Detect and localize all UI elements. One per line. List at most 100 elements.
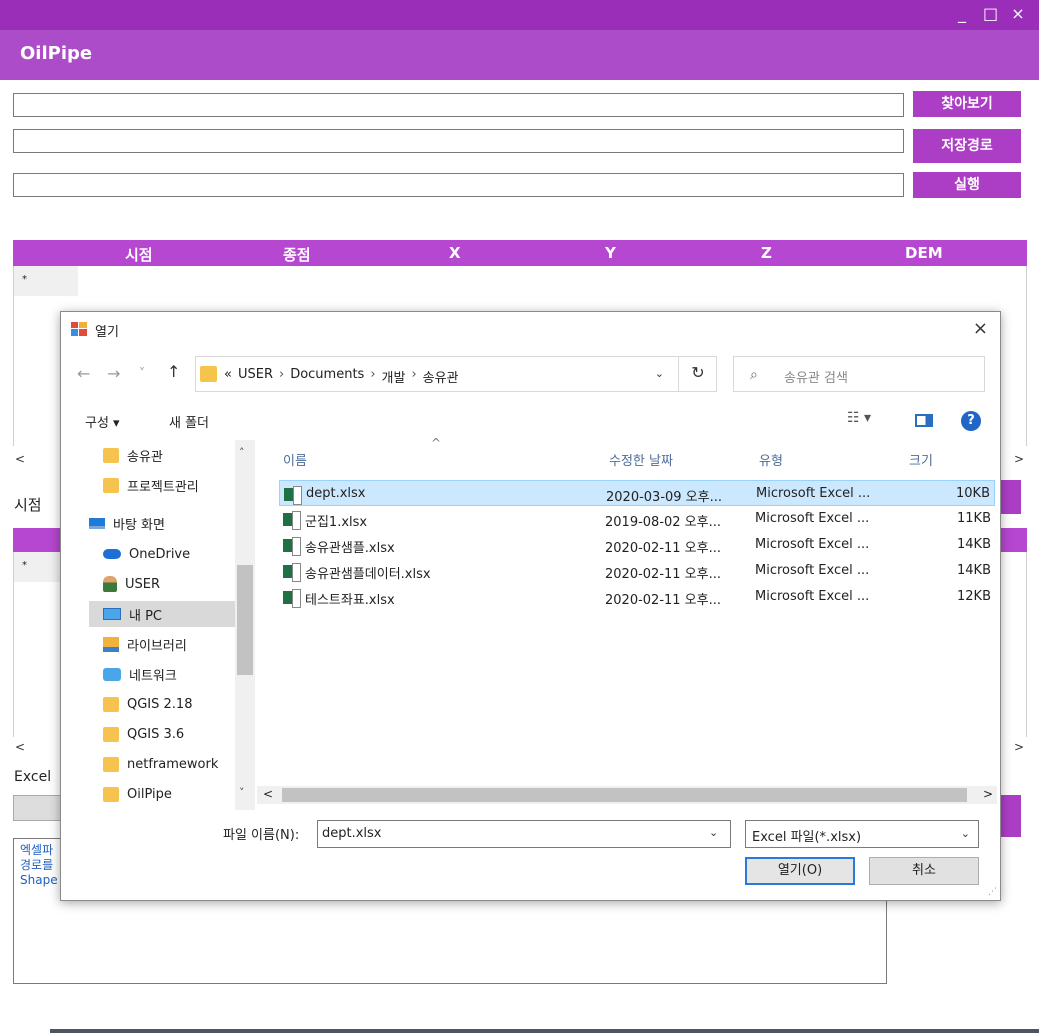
col-y[interactable]: Y <box>605 244 616 262</box>
dialog-close-icon[interactable]: × <box>973 318 988 339</box>
view-options-icon[interactable]: ☷ ▾ <box>847 410 871 426</box>
start-point-label: 시점 <box>14 496 42 514</box>
file-type: Microsoft Excel ... <box>755 563 870 578</box>
nav-item-desktop[interactable]: 바탕 화면 <box>89 510 165 536</box>
col-end[interactable]: 종점 <box>283 244 311 265</box>
organize-menu[interactable]: 구성 ▾ <box>85 412 120 431</box>
grid-scroll-left[interactable]: < <box>15 452 25 466</box>
filename-label: 파일 이름(N): <box>223 828 300 843</box>
right-button-1[interactable] <box>1001 480 1021 514</box>
filetype-select[interactable]: Excel 파일(*.xlsx) ⌄ <box>745 820 979 848</box>
app-title: OilPipe <box>20 43 93 64</box>
nav-item-netframework[interactable]: netframework <box>103 751 218 777</box>
right-button-2[interactable] <box>1001 795 1021 837</box>
refresh-icon[interactable]: ↻ <box>678 356 717 392</box>
file-list-scrollbar[interactable]: < > <box>257 786 997 804</box>
nav-item-qgis36[interactable]: QGIS 3.6 <box>103 721 184 747</box>
open-button[interactable]: 열기(O) <box>745 857 855 885</box>
cancel-button[interactable]: 취소 <box>869 857 979 885</box>
app-header: OilPipe <box>0 30 1039 80</box>
search-input[interactable]: ⌕ 송유관 검색 <box>733 356 985 392</box>
breadcrumb-pipeline[interactable]: 송유관 <box>423 367 459 386</box>
help-icon[interactable]: ? <box>961 411 981 431</box>
nav-item-onedrive[interactable]: OneDrive <box>103 541 190 567</box>
nav-item-oilpipe[interactable]: OilPipe <box>103 781 172 807</box>
folder-icon <box>103 696 119 712</box>
file-type: Microsoft Excel ... <box>755 511 870 526</box>
file-size: 11KB <box>957 511 991 526</box>
col-dem[interactable]: DEM <box>905 244 943 262</box>
maximize-button[interactable]: □ <box>983 4 998 24</box>
minimize-button[interactable]: _ <box>955 4 969 24</box>
grid2-scroll-right[interactable]: > <box>1014 740 1024 754</box>
file-row[interactable]: 테스트좌표.xlsx 2020-02-11 오후... Microsoft Ex… <box>279 584 995 610</box>
scroll-up-icon[interactable]: ˄ <box>239 446 245 459</box>
resize-grip-icon[interactable]: ⋰ <box>988 887 997 897</box>
close-button[interactable]: × <box>1011 4 1025 24</box>
file-row[interactable]: 군집1.xlsx 2019-08-02 오후... Microsoft Exce… <box>279 506 995 532</box>
nav-label: 네트워크 <box>129 668 177 684</box>
scroll-right-icon[interactable]: > <box>983 787 993 801</box>
nav-item-network[interactable]: 네트워크 <box>103 661 177 687</box>
file-row[interactable]: 송유관샘플.xlsx 2020-02-11 오후... Microsoft Ex… <box>279 532 995 558</box>
file-date: 2020-02-11 오후... <box>605 541 721 556</box>
col-start[interactable]: 시점 <box>125 244 153 265</box>
address-dropdown-icon[interactable]: ⌄ <box>655 367 664 380</box>
cloud-icon <box>103 549 121 559</box>
folder-icon <box>103 447 119 463</box>
file-name: dept.xlsx <box>306 486 366 501</box>
preview-pane-icon[interactable] <box>915 414 933 427</box>
new-folder-button[interactable]: 새 폴더 <box>169 412 209 431</box>
desktop-icon <box>89 517 105 529</box>
nav-item-qgis218[interactable]: QGIS 2.18 <box>103 691 192 717</box>
file-name: 송유관샘플.xlsx <box>305 541 395 556</box>
scroll-down-icon[interactable]: ˅ <box>239 786 245 799</box>
filetype-value: Excel 파일(*.xlsx) <box>752 830 862 845</box>
browse-button[interactable]: 찾아보기 <box>913 91 1021 117</box>
col-date[interactable]: 수정한 날짜 <box>609 450 673 469</box>
col-type[interactable]: 유형 <box>759 450 783 469</box>
window-controls: _ □ × <box>955 4 1025 24</box>
nav-item-libraries[interactable]: 라이브러리 <box>103 631 187 657</box>
scroll-left-icon[interactable]: < <box>263 787 273 801</box>
nav-pane-scrollbar[interactable]: ˄ ˅ <box>235 440 255 810</box>
run-input[interactable] <box>13 173 904 197</box>
run-button[interactable]: 실행 <box>913 172 1021 198</box>
file-size: 14KB <box>957 563 991 578</box>
file-row[interactable]: dept.xlsx 2020-03-09 오후... Microsoft Exc… <box>279 480 995 506</box>
nav-label: QGIS 2.18 <box>127 696 193 712</box>
address-bar[interactable]: « USER › Documents › 개발 › 송유관 ⌄ <box>195 356 717 392</box>
file-row[interactable]: 송유관샘플데이터.xlsx 2020-02-11 오후... Microsoft… <box>279 558 995 584</box>
col-z[interactable]: Z <box>761 244 772 262</box>
nav-label: 송유관 <box>127 449 163 465</box>
breadcrumb-overflow[interactable]: « <box>224 367 232 386</box>
file-date: 2020-03-09 오후... <box>606 490 722 505</box>
nav-item-pipeline[interactable]: 송유관 <box>103 442 163 468</box>
back-arrow-icon[interactable]: ← <box>77 364 90 383</box>
scroll-thumb[interactable] <box>282 788 967 802</box>
grid2-scroll-left[interactable]: < <box>15 740 25 754</box>
filename-dropdown-icon[interactable]: ⌄ <box>709 826 718 839</box>
breadcrumb-user[interactable]: USER <box>238 367 273 386</box>
source-file-input[interactable] <box>13 93 904 117</box>
breadcrumb-dev[interactable]: 개발 <box>382 367 406 386</box>
breadcrumb-separator: › <box>370 367 376 382</box>
file-date: 2019-08-02 오후... <box>605 515 721 530</box>
save-path-input[interactable] <box>13 129 904 153</box>
col-size[interactable]: 크기 <box>909 450 933 469</box>
nav-item-project[interactable]: 프로젝트관리 <box>103 472 199 498</box>
save-path-button[interactable]: 저장경로 <box>913 129 1021 163</box>
grid-scroll-right[interactable]: > <box>1014 452 1024 466</box>
up-arrow-icon[interactable]: ↑ <box>167 362 180 381</box>
breadcrumb-documents[interactable]: Documents <box>290 367 364 386</box>
dialog-titlebar: 열기 × <box>61 312 1000 348</box>
recent-locations-icon[interactable]: ˅ <box>139 366 145 380</box>
scroll-thumb[interactable] <box>237 565 253 675</box>
filename-input[interactable]: dept.xlsx <box>317 820 731 848</box>
col-name[interactable]: 이름 <box>283 450 307 469</box>
nav-item-this-pc[interactable]: 내 PC <box>89 601 235 627</box>
nav-item-user[interactable]: USER <box>103 571 160 597</box>
folder-icon <box>103 756 119 772</box>
forward-arrow-icon[interactable]: → <box>107 364 120 383</box>
col-x[interactable]: X <box>449 244 461 262</box>
